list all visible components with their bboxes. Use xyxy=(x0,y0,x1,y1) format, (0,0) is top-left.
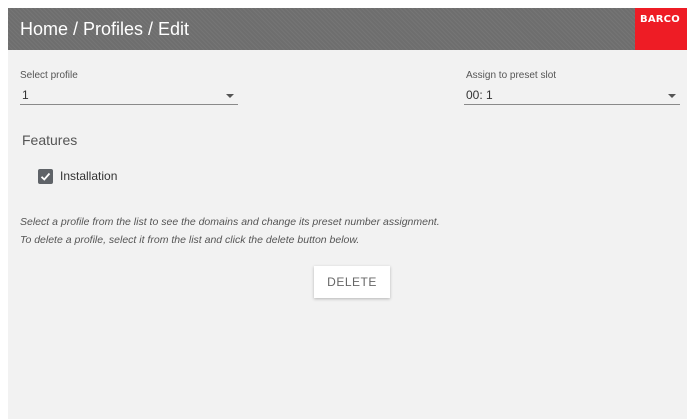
select-profile-value: 1 xyxy=(22,88,29,102)
checkmark-icon xyxy=(40,172,51,181)
breadcrumb: Home / Profiles / Edit xyxy=(20,19,190,39)
preset-slot-label: Assign to preset slot xyxy=(466,70,557,81)
installation-checkbox[interactable] xyxy=(38,169,53,184)
brand-logo-text: BARCO xyxy=(640,14,680,25)
chevron-down-icon xyxy=(668,94,676,98)
chevron-down-icon xyxy=(226,94,234,98)
select-profile-label: Select profile xyxy=(20,70,78,81)
help-text-line-2: To delete a profile, select it from the … xyxy=(20,234,360,246)
select-profile-dropdown[interactable]: 1 xyxy=(20,86,238,105)
brand-logo: BARCO xyxy=(635,8,687,50)
installation-label: Installation xyxy=(60,169,118,183)
features-heading: Features xyxy=(22,132,78,148)
help-text-line-1: Select a profile from the list to see th… xyxy=(20,216,440,228)
delete-button[interactable]: DELETE xyxy=(314,266,390,298)
top-bar: Home / Profiles / Edit BARCO xyxy=(8,8,687,50)
profile-edit-page: Home / Profiles / Edit BARCO Select prof… xyxy=(8,8,687,419)
preset-slot-dropdown[interactable]: 00: 1 xyxy=(464,86,680,105)
preset-slot-value: 00: 1 xyxy=(466,88,493,102)
